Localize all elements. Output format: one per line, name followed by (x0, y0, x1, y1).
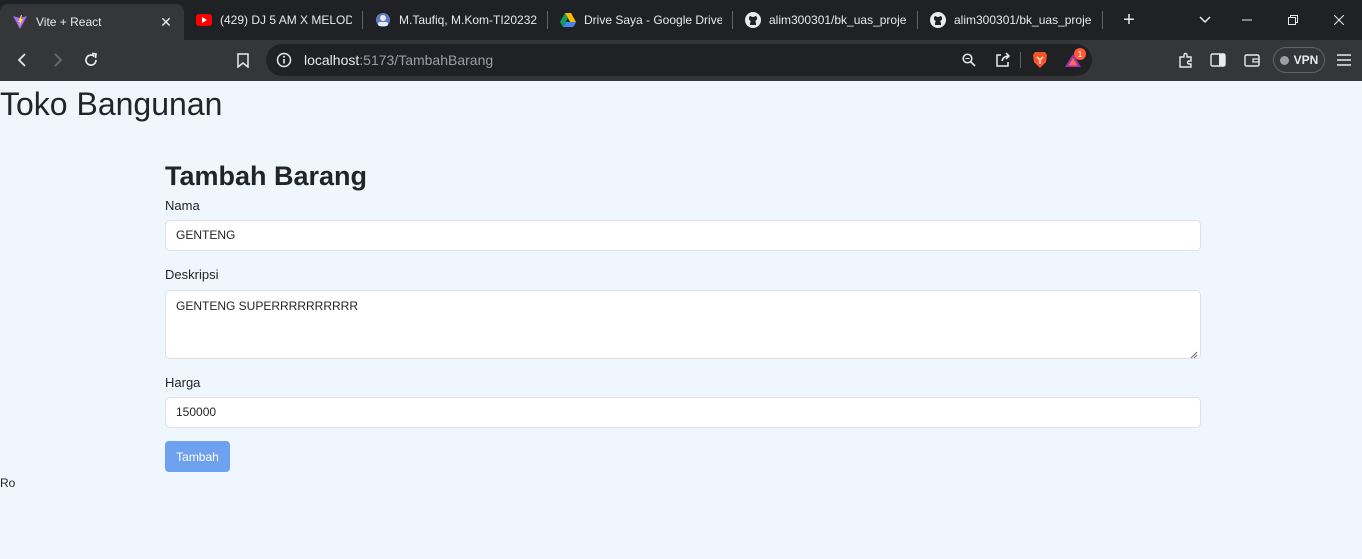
tab-title: Vite + React (36, 15, 102, 29)
tab-title: Drive Saya - Google Drive (584, 13, 722, 27)
url-text[interactable]: localhost:5173/TambahBarang (304, 52, 493, 68)
harga-input[interactable]: 150000 (165, 397, 1201, 428)
google-drive-icon (560, 12, 576, 28)
extensions-icon[interactable] (1176, 50, 1196, 70)
forward-arrow-icon[interactable] (42, 45, 72, 75)
share-icon[interactable] (994, 51, 1012, 69)
site-title: Toko Bangunan (0, 86, 223, 122)
nama-label: Nama (165, 198, 200, 213)
deskripsi-value: GENTENG SUPERRRRRRRRRR (176, 299, 359, 313)
address-bar[interactable]: localhost:5173/TambahBarang 1 (266, 44, 1092, 76)
site-info-icon[interactable] (276, 52, 292, 68)
vpn-label: VPN (1293, 53, 1319, 67)
tab-google-drive[interactable]: Drive Saya - Google Drive (548, 4, 732, 36)
tab-title: alim300301/bk_uas_projek (954, 13, 1092, 27)
deskripsi-textarea[interactable]: GENTENG SUPERRRRRRRRRR (165, 290, 1201, 359)
deskripsi-label: Deskripsi (165, 267, 219, 282)
resize-handle-icon[interactable] (1190, 348, 1198, 359)
tab-title: alim300301/bk_uas_projek (769, 13, 907, 27)
tab-github-1[interactable]: alim300301/bk_uas_projek (733, 4, 917, 36)
nama-input[interactable]: GENTENG (165, 220, 1201, 251)
vite-icon (12, 14, 28, 30)
brave-shields-icon[interactable] (1031, 51, 1049, 69)
tab-taufiq[interactable]: M.Taufiq, M.Kom-TI202320 (363, 4, 547, 36)
github-icon (745, 12, 761, 28)
form-title: Tambah Barang (165, 161, 368, 191)
notification-badge: 1 (1074, 48, 1086, 60)
tambah-button[interactable]: Tambah (165, 441, 230, 472)
footer-text: Ro (0, 476, 16, 490)
back-arrow-icon[interactable] (8, 45, 38, 75)
restore-icon[interactable] (1270, 0, 1316, 40)
brave-rewards-icon[interactable]: 1 (1064, 48, 1086, 69)
tab-title: (429) DJ 5 AM X MELODY (220, 13, 352, 27)
zoom-icon[interactable] (960, 51, 978, 69)
omnibox-divider (1020, 52, 1021, 68)
menu-icon[interactable] (1334, 50, 1354, 70)
browser-toolbar: localhost:5173/TambahBarang 1 VPN (0, 40, 1362, 81)
close-icon[interactable]: ✕ (158, 14, 174, 30)
close-window-icon[interactable] (1316, 0, 1362, 40)
wallet-icon[interactable] (1242, 50, 1262, 70)
youtube-icon (196, 12, 212, 28)
bookmark-icon[interactable] (228, 45, 258, 75)
window-controls (1224, 0, 1362, 40)
tab-divider (1102, 11, 1103, 29)
github-icon (930, 12, 946, 28)
avatar-icon (375, 12, 391, 28)
browser-tab-strip: Vite + React ✕ (429) DJ 5 AM X MELODY M.… (0, 0, 1362, 40)
tab-title: M.Taufiq, M.Kom-TI202320 (399, 13, 537, 27)
reload-icon[interactable] (76, 45, 106, 75)
sidebar-icon[interactable] (1208, 50, 1228, 70)
minimize-icon[interactable] (1224, 0, 1270, 40)
tab-github-2[interactable]: alim300301/bk_uas_projek (918, 4, 1102, 36)
vpn-status-icon (1279, 55, 1289, 65)
vpn-button[interactable]: VPN (1273, 47, 1325, 73)
tab-search-icon[interactable] (1194, 10, 1216, 30)
new-tab-button[interactable]: + (1115, 6, 1143, 34)
tab-vite-react[interactable]: Vite + React ✕ (0, 4, 184, 40)
url-path: :5173/TambahBarang (359, 52, 494, 68)
tab-youtube[interactable]: (429) DJ 5 AM X MELODY (184, 4, 362, 36)
url-host: localhost (304, 52, 360, 68)
harga-label: Harga (165, 375, 201, 390)
